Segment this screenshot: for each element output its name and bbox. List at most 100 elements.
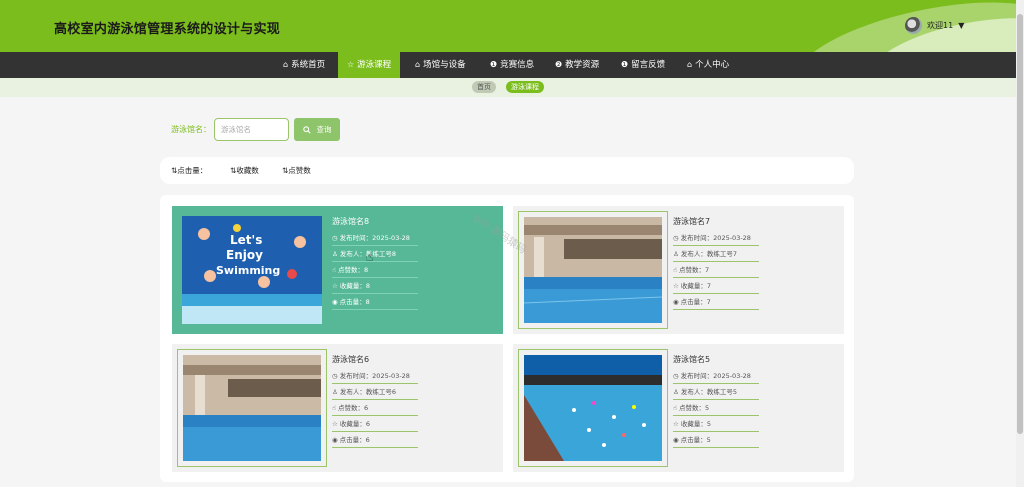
likes: ☝ 点赞数：8	[332, 262, 418, 278]
clicks: ◉ 点击量：7	[673, 294, 759, 310]
eye-icon: ◉	[332, 298, 338, 306]
course-image	[183, 355, 321, 461]
favorites-text: 收藏量：6	[339, 420, 370, 428]
likes-text: 点赞数：6	[337, 404, 369, 412]
publish-time-text: 发布时间：2025-03-28	[339, 234, 410, 242]
thumb-up-icon: ☝	[332, 266, 336, 274]
publisher: ♙ 发布人：教练工号8	[332, 246, 418, 262]
user-icon: ♙	[673, 388, 679, 396]
publisher-text: 发布人：教练工号5	[680, 388, 737, 396]
star-icon: ☆	[673, 420, 679, 428]
sort-label: 收藏数	[236, 166, 259, 175]
home-icon: ⌂	[687, 60, 693, 69]
sort-likes[interactable]: ⇅点赞数	[282, 157, 311, 184]
course-card[interactable]: 游泳馆名5 ◷ 发布时间：2025-03-28 ♙ 发布人：教练工号5 ☝ 点赞数：5…	[513, 344, 844, 472]
svg-text:Swimming: Swimming	[216, 264, 280, 277]
nav-item-label: 系统首页	[291, 60, 326, 70]
clicks-text: 点击量：6	[339, 436, 370, 444]
sort-favorites[interactable]: ⇅收藏数	[230, 157, 259, 184]
clicks: ◉ 点击量：5	[673, 432, 759, 448]
course-image-frame: Let's Enjoy Swimming	[182, 216, 322, 324]
clicks-text: 点击量：5	[680, 436, 711, 444]
home-icon: ⌂	[283, 60, 289, 69]
eye-icon: ◉	[673, 298, 679, 306]
publish-time: ◷ 发布时间：2025-03-28	[673, 230, 759, 246]
search-button[interactable]: 查询	[294, 118, 340, 141]
course-name: 游泳馆名7	[673, 217, 711, 226]
publish-time-text: 发布时间：2025-03-28	[680, 234, 751, 242]
favorites-text: 收藏量：8	[339, 282, 370, 290]
sort-clicks[interactable]: ⇅点击量：	[171, 157, 207, 184]
publish-time: ◷ 发布时间：2025-03-28	[673, 368, 759, 384]
clock-icon: ◷	[332, 372, 338, 380]
nav-item-label: 个人中心	[695, 60, 730, 70]
star-icon: ☆	[347, 60, 355, 69]
publisher: ♙ 发布人：教练工号6	[332, 384, 418, 400]
course-info: 游泳馆名5 ◷ 发布时间：2025-03-28 ♙ 发布人：教练工号5 ☝ 点赞数：5…	[673, 352, 759, 448]
nav-item-label: 场馆与设备	[423, 60, 466, 70]
eye-icon: ◉	[673, 436, 679, 444]
clock-icon: ◷	[673, 372, 679, 380]
nav-item-swim-course[interactable]: ☆ 游泳课程	[338, 52, 401, 78]
favorites: ☆ 收藏量：7	[673, 278, 759, 294]
user-icon: ♙	[332, 250, 338, 258]
svg-text:Let's: Let's	[230, 233, 262, 247]
course-card[interactable]: 游泳馆名6 ◷ 发布时间：2025-03-28 ♙ 发布人：教练工号6 ☝ 点赞数：6…	[172, 344, 503, 472]
publish-time: ◷ 发布时间：2025-03-28	[332, 230, 418, 246]
course-card[interactable]: 游泳馆名7 ◷ 发布时间：2025-03-28 ♙ 发布人：教练工号7 ☝ 点赞数：7…	[513, 206, 844, 334]
course-image-frame	[177, 349, 327, 467]
clicks-text: 点击量：8	[339, 298, 370, 306]
nav-item-feedback[interactable]: ❶ 留言反馈	[612, 52, 674, 78]
scrollbar[interactable]	[1016, 0, 1024, 487]
eye-icon: ◉	[332, 436, 338, 444]
caret-down-icon: ▼	[958, 21, 965, 30]
nav-item-competition[interactable]: ❶ 竞赛信息	[481, 52, 543, 78]
likes-text: 点赞数：5	[678, 404, 710, 412]
nav-item-profile[interactable]: ⌂ 个人中心	[678, 52, 738, 78]
info-icon: ❶	[621, 60, 629, 69]
scrollbar-thumb[interactable]	[1017, 14, 1023, 434]
nav-item-label: 教学资源	[565, 60, 600, 70]
publish-time-text: 发布时间：2025-03-28	[339, 372, 410, 380]
course-image: Let's Enjoy Swimming	[182, 216, 322, 324]
nav-item-teaching[interactable]: ❷ 教学资源	[546, 52, 608, 78]
course-name: 游泳馆名6	[332, 355, 370, 364]
course-image	[524, 355, 662, 461]
publisher-text: 发布人：教练工号6	[339, 388, 396, 396]
search-button-label: 查询	[316, 125, 332, 134]
publisher: ♙ 发布人：教练工号7	[673, 246, 759, 262]
publish-time-text: 发布时间：2025-03-28	[680, 372, 751, 380]
user-icon: ♙	[673, 250, 679, 258]
sort-label: 点赞数	[288, 166, 311, 175]
site-title: 高校室内游泳馆管理系统的设计与实现	[54, 22, 281, 37]
user-greeting: 欢迎11	[927, 21, 954, 30]
star-icon: ☆	[332, 420, 338, 428]
user-menu[interactable]: 欢迎11 ▼	[905, 17, 964, 34]
likes: ☝ 点赞数：7	[673, 262, 759, 278]
search-label: 游泳馆名：	[171, 125, 211, 134]
course-card[interactable]: Let's Enjoy Swimming 游泳馆名8 ◷ 发布时间：2025-03…	[172, 206, 503, 334]
nav-item-venue[interactable]: ⌂ 场馆与设备	[406, 52, 475, 78]
site-header: 高校室内游泳馆管理系统的设计与实现 欢迎11 ▼	[0, 0, 1016, 52]
nav-item-label: 留言反馈	[631, 60, 666, 70]
likes: ☝ 点赞数：6	[332, 400, 418, 416]
clicks: ◉ 点击量：6	[332, 432, 418, 448]
course-image-frame	[518, 211, 668, 329]
star-icon: ☆	[332, 282, 338, 290]
course-image	[524, 217, 662, 323]
course-image-frame	[518, 349, 668, 467]
breadcrumb-home[interactable]: 首页	[472, 81, 496, 93]
nav-item-label: 竞赛信息	[500, 60, 535, 70]
question-icon: ❷	[555, 60, 563, 69]
search-input[interactable]	[214, 118, 289, 141]
clock-icon: ◷	[332, 234, 338, 242]
sort-label: 点击量：	[177, 166, 208, 175]
info-icon: ❶	[490, 60, 498, 69]
course-info: 游泳馆名6 ◷ 发布时间：2025-03-28 ♙ 发布人：教练工号6 ☝ 点赞数：6…	[332, 352, 418, 448]
search-icon	[302, 125, 311, 134]
building-icon: ⌂	[415, 60, 421, 69]
course-name: 游泳馆名8	[332, 217, 370, 226]
clicks-text: 点击量：7	[680, 298, 711, 306]
clicks: ◉ 点击量：8	[332, 294, 418, 310]
nav-item-home[interactable]: ⌂ 系统首页	[274, 52, 334, 78]
